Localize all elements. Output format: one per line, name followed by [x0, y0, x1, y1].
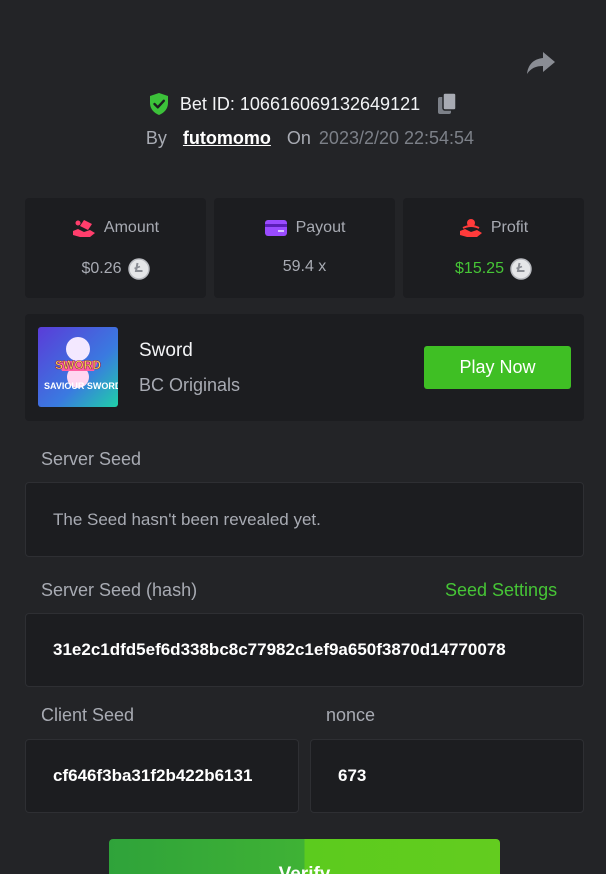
thumb-subtitle-text: SAVIOUR SWORD: [44, 381, 118, 391]
nonce-field[interactable]: [310, 739, 584, 813]
game-provider: BC Originals: [139, 375, 241, 395]
server-seed-label: Server Seed: [41, 449, 142, 469]
bet-id-label: Bet ID:: [179, 93, 235, 114]
amount-value: $0.26: [81, 260, 122, 277]
amount-card: Amount $0.26: [25, 198, 206, 298]
bet-stats: Amount $0.26 Payout 59.4 x Profit $15.25: [25, 198, 584, 298]
verified-shield-icon: [149, 93, 168, 115]
profit-hand-icon: [459, 219, 482, 237]
nonce-input[interactable]: [338, 766, 583, 786]
share-icon[interactable]: [526, 50, 556, 76]
ltc-coin-icon: [127, 258, 150, 280]
bet-author-row: By futomomo On 2023/2/20 22:54:54: [0, 124, 606, 152]
game-name: Sword: [139, 340, 193, 361]
card-icon: [264, 220, 287, 236]
game-thumbnail[interactable]: SWORD SAVIOUR SWORD: [38, 327, 118, 407]
bet-detail-page: Bet ID: 106616069132649121 By futomomo O…: [0, 0, 606, 874]
copy-icon[interactable]: [436, 92, 458, 116]
verify-button[interactable]: Verify: [109, 839, 500, 874]
profit-label: Profit: [490, 219, 529, 236]
amount-label: Amount: [103, 219, 160, 236]
nonce-label: nonce: [326, 705, 376, 725]
server-seed-hash-input[interactable]: [53, 640, 583, 660]
thumb-title-text: SWORD: [55, 358, 101, 372]
play-now-button[interactable]: Play Now: [424, 346, 571, 389]
by-label: By: [145, 127, 167, 148]
server-seed-hash-label: Server Seed (hash): [41, 580, 198, 600]
server-seed-hash-field[interactable]: [25, 613, 584, 687]
amount-hand-icon: [72, 220, 95, 237]
profit-card: Profit $15.25: [403, 198, 584, 298]
server-seed-field: The Seed hasn't been revealed yet.: [25, 482, 584, 557]
payout-value: 59.4 x: [282, 258, 327, 275]
profit-value: $15.25: [455, 260, 504, 277]
bet-id-value: 106616069132649121: [239, 93, 421, 114]
game-card: SWORD SAVIOUR SWORD Sword BC Originals P…: [25, 314, 584, 421]
bet-datetime: 2023/2/20 22:54:54: [318, 127, 475, 148]
seed-settings-link[interactable]: Seed Settings: [445, 580, 557, 601]
on-label: On: [286, 127, 311, 148]
payout-label: Payout: [295, 219, 346, 236]
client-seed-input[interactable]: [53, 766, 298, 786]
bet-id-row: Bet ID: 106616069132649121: [0, 90, 606, 118]
ltc-coin-icon: [510, 258, 532, 280]
client-seed-field[interactable]: [25, 739, 299, 813]
username-link[interactable]: futomomo: [183, 128, 271, 149]
client-seed-label: Client Seed: [41, 705, 135, 725]
payout-card: Payout 59.4 x: [214, 198, 395, 298]
